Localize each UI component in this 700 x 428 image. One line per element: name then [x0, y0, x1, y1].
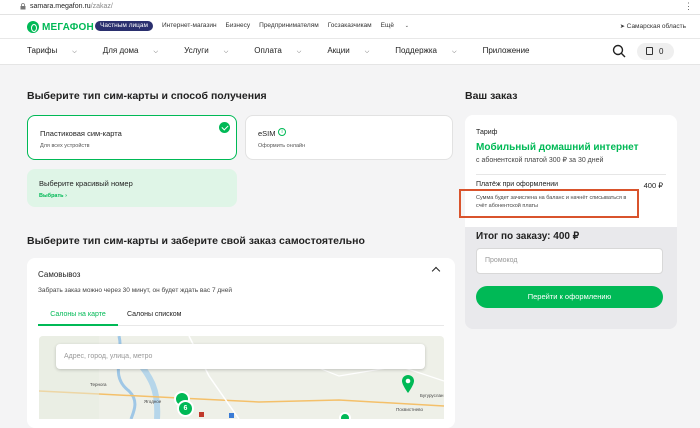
- chevron-down-icon: ⌵: [364, 49, 370, 55]
- lock-icon: [20, 3, 26, 10]
- order-heading: Ваш заказ: [465, 90, 518, 102]
- segment-link-private[interactable]: Частным лицам: [95, 21, 153, 31]
- map-search-input[interactable]: Адрес, город, улица, метро: [56, 344, 425, 369]
- tariff-label: Тариф: [476, 129, 498, 136]
- map-cluster-marker[interactable]: 6: [177, 400, 194, 417]
- logo-mark-icon: [27, 21, 39, 33]
- divider: [476, 174, 666, 175]
- choose-number-link[interactable]: Выбрать ›: [39, 193, 67, 199]
- chevron-down-icon: ⌵: [223, 49, 229, 55]
- order-total: Итог по заказу: 400 ₽: [476, 231, 580, 242]
- chevron-up-icon[interactable]: [431, 266, 441, 276]
- order-total-panel: Итог по заказу: 400 ₽ Промокод Перейти к…: [465, 227, 677, 329]
- region-selector[interactable]: ➤ Самарская область: [620, 23, 686, 30]
- browser-menu-icon[interactable]: ⋮: [684, 1, 693, 12]
- pickup-section-heading: Выберите тип сим-карты и заберите свой з…: [27, 235, 365, 247]
- chevron-down-icon: ⌵: [296, 49, 302, 55]
- segment-link-entrepreneurs[interactable]: Предпринимателям: [259, 21, 319, 31]
- nav-services[interactable]: Услуги ⌵: [184, 46, 241, 56]
- segment-link-more[interactable]: Ещё ⌄: [381, 21, 418, 31]
- nav-home[interactable]: Для дома ⌵: [103, 46, 171, 56]
- info-icon[interactable]: i: [278, 128, 286, 136]
- payment-value: 400 ₽: [643, 181, 663, 190]
- map-marker[interactable]: [339, 412, 351, 419]
- chevron-down-icon: ⌄: [404, 23, 409, 29]
- map-label: Ягодное: [144, 399, 162, 404]
- map-poi-icon: [229, 413, 234, 418]
- segment-link-gov[interactable]: Госзаказчикам: [328, 21, 372, 31]
- tariff-description: с абонентской платой 300 ₽ за 30 дней: [476, 157, 604, 164]
- segment-nav: Частным лицам Интернет-магазин Бизнесу П…: [95, 21, 427, 31]
- main-nav: Тарифы ⌵ Для дома ⌵ Услуги ⌵ Оплата ⌵ Акции ⌵…: [0, 39, 700, 65]
- plastic-sim-card-option[interactable]: Пластиковая сим-карта Для всех устройств: [27, 115, 237, 160]
- annotation-highlight-box: [459, 189, 639, 218]
- tab-salons-map[interactable]: Салоны на карте: [38, 311, 118, 318]
- map-pin-icon[interactable]: [401, 374, 415, 394]
- tab-salons-list[interactable]: Салоны списком: [127, 311, 187, 318]
- nav-app[interactable]: Приложение: [483, 46, 530, 56]
- chevron-down-icon: ⌵: [72, 49, 77, 55]
- tariff-name[interactable]: Мобильный домашний интернет: [476, 142, 639, 153]
- map-poi-icon: [199, 412, 204, 417]
- segment-link-shop[interactable]: Интернет-магазин: [162, 21, 217, 31]
- pickup-title: Самовывоз: [38, 270, 81, 279]
- chevron-down-icon: ⌵: [452, 49, 457, 55]
- map-label: Тернога: [90, 382, 107, 387]
- nav-tariffs[interactable]: Тарифы ⌵: [27, 46, 90, 56]
- segment-link-business[interactable]: Бизнесу: [226, 21, 251, 31]
- active-tab-indicator: [38, 324, 118, 326]
- check-icon: [219, 122, 230, 133]
- nav-promotions[interactable]: Акции ⌵: [327, 46, 382, 56]
- nav-support[interactable]: Поддержка ⌵: [395, 46, 469, 56]
- megafon-logo[interactable]: МЕГАФОН: [27, 21, 94, 33]
- location-arrow-icon: ➤: [619, 24, 625, 30]
- promo-code-input[interactable]: Промокод: [476, 248, 663, 274]
- esim-option[interactable]: eSIM i Оформить онлайн: [245, 115, 453, 160]
- pickup-description: Забрать заказ можно через 30 минут, он б…: [38, 287, 233, 294]
- search-icon[interactable]: [612, 44, 626, 58]
- checkout-button[interactable]: Перейти к оформлению: [476, 286, 663, 308]
- top-strip: МЕГАФОН Частным лицам Интернет-магазин Б…: [0, 15, 700, 39]
- map-label: Похвистнево: [396, 407, 423, 412]
- url-text[interactable]: samara.megafon.ru/zakaz/: [30, 3, 113, 10]
- browser-url-bar[interactable]: samara.megafon.ru/zakaz/ ⋮: [0, 0, 700, 15]
- shopping-bag-icon: [646, 47, 653, 55]
- nav-payment[interactable]: Оплата ⌵: [254, 46, 314, 56]
- map-label: Бугуруслан: [420, 393, 444, 398]
- chevron-down-icon: ⌵: [153, 49, 159, 55]
- payment-label: Платёж при оформлении: [476, 181, 559, 188]
- beautiful-number-card[interactable]: Выберите красивый номер Выбрать ›: [27, 169, 237, 207]
- cart-button[interactable]: 0: [637, 43, 674, 60]
- sim-section-heading: Выберите тип сим-карты и способ получени…: [27, 90, 267, 102]
